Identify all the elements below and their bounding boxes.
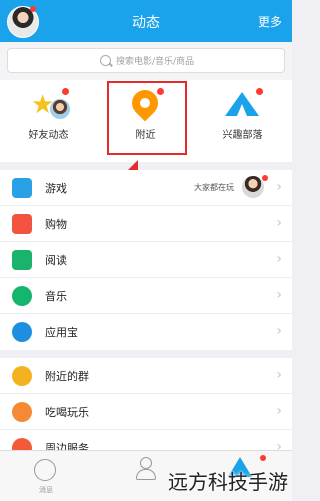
- nearby-group-icon: [12, 366, 32, 386]
- message-icon[interactable]: [34, 459, 56, 481]
- book-icon: [12, 250, 32, 270]
- contacts-icon[interactable]: [134, 457, 156, 481]
- list-item-food[interactable]: 吃喝玩乐 ›: [0, 394, 292, 430]
- list-item-subtitle: 大家都在玩: [194, 183, 234, 192]
- music-icon: [12, 286, 32, 306]
- local-list: 附近的群 › 吃喝玩乐 › 周边服务 ›: [0, 358, 292, 450]
- chevron-right-icon: ›: [276, 179, 282, 195]
- list-item-reading[interactable]: 阅读 ›: [0, 242, 292, 278]
- watermark: 远方科技手游: [168, 470, 288, 494]
- list-item-label: 游戏: [45, 182, 67, 195]
- tab-messages-label: 消息: [39, 486, 53, 494]
- list-item-shopping[interactable]: 购物 ›: [0, 206, 292, 242]
- chevron-right-icon: ›: [276, 287, 282, 303]
- list-item-appstore[interactable]: 应用宝 ›: [0, 314, 292, 350]
- chevron-right-icon: ›: [276, 403, 282, 419]
- service-list: 游戏 大家都在玩 › 购物 › 阅读 › 音乐 › 应用宝 ›: [0, 170, 292, 350]
- list-item-game[interactable]: 游戏 大家都在玩 ›: [0, 170, 292, 206]
- gamepad-icon: [12, 178, 32, 198]
- list-item-label: 音乐: [45, 290, 67, 303]
- list-item-label: 附近的群: [45, 370, 89, 383]
- list-item-music[interactable]: 音乐 ›: [0, 278, 292, 314]
- badge-dot: [260, 455, 266, 461]
- list-item-label: 周边服务: [45, 442, 89, 450]
- list-item-services[interactable]: 周边服务 ›: [0, 430, 292, 450]
- list-item-label: 购物: [45, 218, 67, 231]
- app-store-icon: [12, 322, 32, 342]
- list-item-label: 吃喝玩乐: [45, 406, 89, 419]
- service-icon: [12, 438, 32, 450]
- list-item-nearby-groups[interactable]: 附近的群 ›: [0, 358, 292, 394]
- list-item-label: 阅读: [45, 254, 67, 267]
- chevron-right-icon: ›: [276, 367, 282, 383]
- chevron-right-icon: ›: [276, 439, 282, 450]
- badge-dot: [262, 175, 268, 181]
- list-item-label: 应用宝: [45, 326, 78, 339]
- shopping-bag-icon: [12, 214, 32, 234]
- friend-avatar: [242, 176, 264, 198]
- chevron-right-icon: ›: [276, 323, 282, 339]
- food-icon: [12, 402, 32, 422]
- chevron-right-icon: ›: [276, 251, 282, 267]
- chevron-right-icon: ›: [276, 215, 282, 231]
